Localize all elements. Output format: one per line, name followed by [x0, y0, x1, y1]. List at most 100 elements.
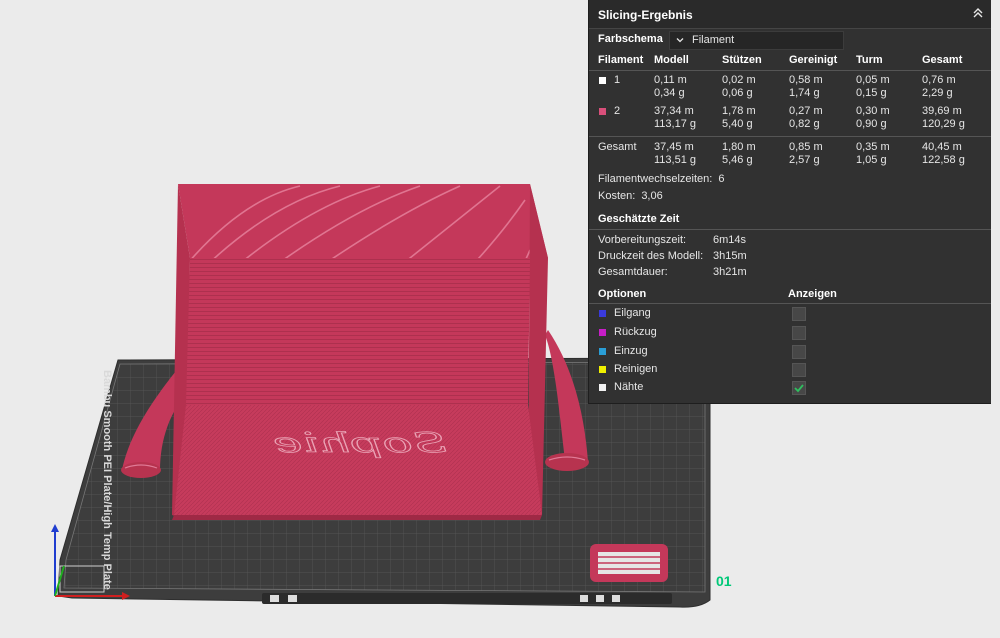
filament-table-header: Filament Modell Stützen Gereinigt Turm G…: [589, 54, 991, 68]
show-title: Anzeigen: [788, 288, 837, 300]
total-length: 39,69 m: [922, 105, 962, 117]
plate-number[interactable]: 01: [716, 573, 732, 589]
support-length: 0,02 m: [722, 74, 756, 86]
time-label: Druckzeit des Modell:: [598, 250, 704, 262]
col-flushed: Gereinigt: [789, 54, 838, 66]
totals-row: Gesamt 37,45 m 113,51 g 1,80 m 5,46 g 0,85…: [589, 141, 991, 171]
time-value: 6m14s: [713, 234, 747, 246]
total-weight: 120,29 g: [922, 118, 965, 130]
color-scheme-value: Filament: [692, 34, 735, 46]
panel-title: Slicing-Ergebnis: [598, 8, 693, 22]
plate-orient-icon[interactable]: [596, 595, 604, 602]
chevron-down-icon: [676, 38, 684, 43]
grand-total-weight: 122,58 g: [922, 154, 965, 166]
tower-length: 0,05 m: [856, 74, 890, 86]
option-row-wipe: Reinigen: [589, 362, 991, 378]
total-support-weight: 5,46 g: [722, 154, 753, 166]
col-filament: Filament: [598, 54, 644, 66]
model-weight: 113,17 g: [654, 118, 697, 130]
grand-total-length: 40,45 m: [922, 141, 962, 153]
slicing-result-panel: Slicing-Ergebnis Farbschema Filament Fil…: [588, 0, 991, 404]
option-label: Eilgang: [614, 307, 651, 319]
option-checkbox[interactable]: [792, 345, 806, 359]
option-color-swatch: [599, 348, 606, 355]
time-label: Gesamtdauer:: [598, 266, 668, 278]
filament-color-swatch: [599, 108, 606, 115]
flushed-weight: 1,74 g: [789, 87, 820, 99]
tower-length: 0,30 m: [856, 105, 890, 117]
bed-label: Bambu Smooth PEI Plate/High Temp Plate: [101, 370, 113, 590]
prime-tower: [590, 544, 668, 582]
col-total: Gesamt: [922, 54, 963, 66]
totals-label: Gesamt: [598, 141, 637, 153]
tower-weight: 0,90 g: [856, 118, 887, 130]
options-title: Optionen: [598, 288, 647, 300]
total-length: 0,76 m: [922, 74, 956, 86]
tower-weight: 0,15 g: [856, 87, 887, 99]
support-length: 1,78 m: [722, 105, 756, 117]
total-model-weight: 113,51 g: [654, 154, 697, 166]
cost-label: Kosten:: [598, 190, 636, 202]
plate-settings-icon[interactable]: [580, 595, 588, 602]
color-scheme-label: Farbschema: [598, 33, 663, 45]
model-box: [172, 184, 548, 520]
model-weight: 0,34 g: [654, 87, 685, 99]
time-label: Vorbereitungszeit:: [598, 234, 687, 246]
option-checkbox-checked[interactable]: [792, 381, 806, 395]
option-color-swatch: [599, 310, 606, 317]
time-row: Gesamtdauer: 3h21m: [598, 266, 978, 280]
model-length: 37,34 m: [654, 105, 694, 117]
panel-header: Slicing-Ergebnis: [589, 0, 991, 29]
option-row-retract: Rückzug: [589, 325, 991, 341]
filament-changes-value: 6: [718, 173, 725, 185]
total-tower-weight: 1,05 g: [856, 154, 887, 166]
filament-id: 2: [614, 105, 621, 117]
plate-slice-icon[interactable]: [612, 595, 620, 602]
color-scheme-dropdown[interactable]: Filament: [669, 31, 844, 50]
total-flushed-length: 0,85 m: [789, 141, 823, 153]
total-tower-length: 0,35 m: [856, 141, 890, 153]
option-label: Reinigen: [614, 363, 658, 375]
option-label: Einzug: [614, 345, 648, 357]
support-weight: 0,06 g: [722, 87, 753, 99]
col-tower: Turm: [856, 54, 883, 66]
collapse-icon[interactable]: [971, 6, 985, 20]
cost-value: 3,06: [641, 190, 663, 202]
plate-arrange-icon[interactable]: [288, 595, 297, 602]
option-color-swatch: [599, 384, 606, 391]
estimated-time-title: Geschätzte Zeit: [598, 213, 680, 225]
option-label: Nähte: [614, 381, 644, 393]
time-row: Druckzeit des Modell: 3h15m: [598, 250, 978, 264]
filament-id: 1: [614, 74, 621, 86]
option-checkbox[interactable]: [792, 326, 806, 340]
filament-color-swatch: [599, 77, 606, 84]
option-color-swatch: [599, 329, 606, 336]
total-weight: 2,29 g: [922, 87, 953, 99]
col-model: Modell: [654, 54, 689, 66]
filament-changes-label: Filamentwechselzeiten:: [598, 173, 713, 185]
flushed-length: 0,58 m: [789, 74, 823, 86]
support-weight: 5,40 g: [722, 118, 753, 130]
option-row-seams: Nähte: [589, 380, 991, 396]
time-row: Vorbereitungszeit: 6m14s: [598, 234, 978, 248]
option-row-travel: Eilgang: [589, 306, 991, 322]
col-support: Stützen: [722, 54, 762, 66]
plate-lock-icon[interactable]: [270, 595, 279, 602]
option-checkbox[interactable]: [792, 307, 806, 321]
option-label: Rückzug: [614, 326, 657, 338]
cost: Kosten: 3,06: [598, 190, 663, 202]
model-length: 0,11 m: [654, 74, 687, 86]
total-model-length: 37,45 m: [654, 141, 694, 153]
total-support-length: 1,80 m: [722, 141, 756, 153]
filament-row: 1 0,11 m 0,34 g 0,02 m 0,06 g 0,58 m 1,74 g…: [589, 74, 991, 104]
plate-toolbar: [262, 593, 672, 604]
option-row-deretract: Einzug: [589, 344, 991, 360]
time-value: 3h21m: [713, 266, 747, 278]
option-color-swatch: [599, 366, 606, 373]
flushed-length: 0,27 m: [789, 105, 823, 117]
time-value: 3h15m: [713, 250, 747, 262]
model-engraved-text: Sophie: [273, 427, 447, 459]
filament-changes: Filamentwechselzeiten: 6: [598, 173, 724, 185]
option-checkbox[interactable]: [792, 363, 806, 377]
flushed-weight: 0,82 g: [789, 118, 820, 130]
